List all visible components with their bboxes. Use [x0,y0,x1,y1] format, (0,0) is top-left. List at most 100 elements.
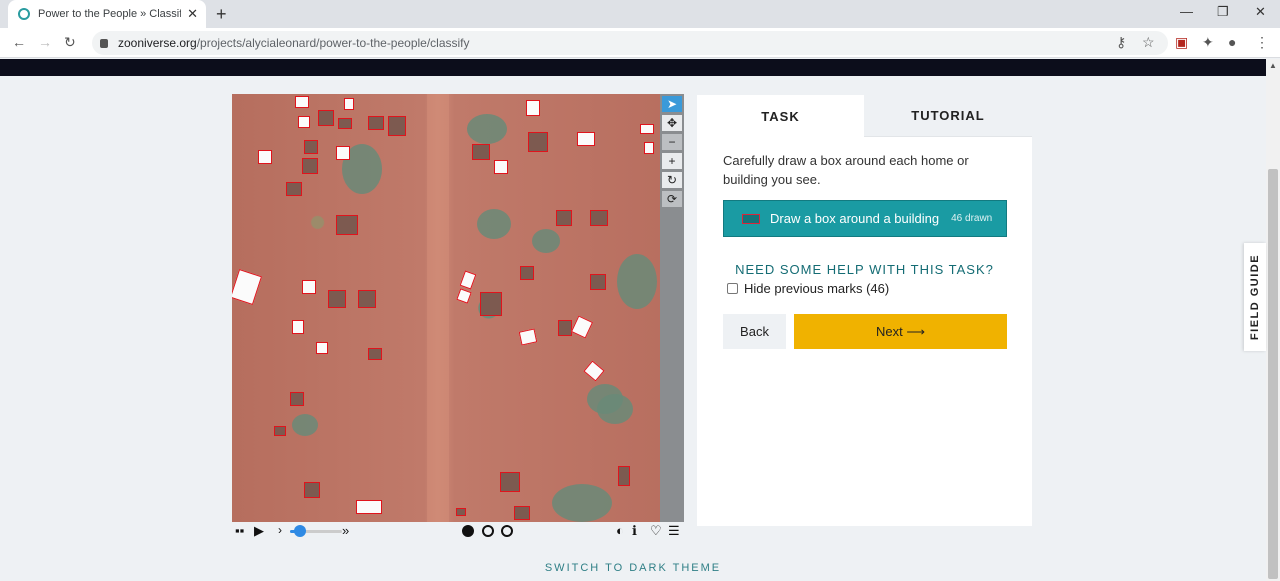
building-mark[interactable] [577,132,595,146]
building-mark[interactable] [258,150,272,164]
hide-marks-row[interactable]: Hide previous marks (46) [727,281,889,296]
building-mark[interactable] [298,116,310,128]
building-mark[interactable] [316,342,328,354]
building-mark[interactable] [338,118,352,129]
building-mark[interactable] [290,392,304,406]
frame-dot-1[interactable] [462,525,474,537]
contrast-icon[interactable]: ◐ [616,523,624,538]
favorite-icon[interactable]: ♡ [650,523,662,539]
building-mark[interactable] [570,315,594,339]
slider-knob[interactable] [294,525,306,537]
tab-task[interactable]: TASK [697,95,864,137]
next-button[interactable]: Next ⟶ [794,314,1007,349]
building-mark[interactable] [472,144,490,160]
building-mark[interactable] [274,426,286,436]
back-arrow-icon[interactable]: ← [12,34,26,50]
rectangle-tool-icon [742,213,760,224]
building-mark[interactable] [368,116,384,130]
reset-icon[interactable]: ⟳ [662,191,682,207]
building-mark[interactable] [518,328,538,346]
tool-label: Draw a box around a building [770,211,940,226]
building-mark[interactable] [304,140,318,154]
restore-icon[interactable]: ❐ [1217,4,1229,20]
building-mark[interactable] [286,182,302,196]
building-mark[interactable] [590,210,608,226]
building-mark[interactable] [302,280,316,294]
building-mark[interactable] [456,508,466,516]
url-domain: zooniverse.org [118,36,197,50]
grid-icon[interactable]: ▪▪ [235,523,244,538]
frame-dot-3[interactable] [501,525,513,537]
tree [597,394,633,424]
scroll-thumb[interactable] [1268,169,1278,579]
draw-box-tool-button[interactable]: Draw a box around a building 46 drawn [723,200,1007,237]
building-mark[interactable] [456,288,472,304]
forward-arrow-icon[interactable]: → [38,34,52,50]
building-mark[interactable] [500,472,520,492]
new-tab-icon[interactable]: + [216,4,227,25]
back-button[interactable]: Back [723,314,786,349]
building-mark[interactable] [556,210,572,226]
zooniverse-favicon-icon [18,8,30,20]
building-mark[interactable] [520,266,534,280]
fast-forward-icon[interactable]: » [342,523,349,538]
hide-marks-checkbox[interactable] [727,283,738,294]
pdf-extension-icon[interactable]: ▣ [1175,34,1188,51]
building-mark[interactable] [514,506,530,520]
collections-icon[interactable]: ☰ [668,523,680,539]
subject-image[interactable] [232,94,660,522]
building-mark[interactable] [318,110,334,126]
url-field[interactable]: zooniverse.org /projects/alycialeonard/p… [92,31,1168,55]
scroll-up-icon[interactable]: ▲ [1269,61,1277,70]
building-mark[interactable] [304,482,320,498]
dark-theme-toggle[interactable]: SWITCH TO DARK THEME [0,562,1266,574]
minimize-icon[interactable]: — [1180,4,1193,19]
building-mark[interactable] [583,360,605,382]
building-mark[interactable] [336,146,350,160]
browser-tab[interactable]: Power to the People » Classify — ✕ [8,0,206,28]
frame-dot-2[interactable] [482,525,494,537]
building-mark[interactable] [388,116,406,136]
building-mark[interactable] [368,348,382,360]
extensions-icon[interactable]: ✦ [1202,34,1214,51]
tab-tutorial[interactable]: TUTORIAL [864,95,1032,137]
building-mark[interactable] [526,100,540,116]
building-mark[interactable] [328,290,346,308]
building-mark[interactable] [590,274,606,290]
move-icon[interactable]: ✥ [662,115,682,131]
building-mark[interactable] [292,320,304,334]
pointer-icon[interactable]: ➤ [662,96,682,112]
close-tab-icon[interactable]: ✕ [187,6,198,22]
building-mark[interactable] [640,124,654,134]
close-window-icon[interactable]: ✕ [1255,4,1266,20]
building-mark[interactable] [528,132,548,152]
building-mark[interactable] [336,215,358,235]
rotate-icon[interactable]: ↻ [662,172,682,188]
field-guide-tab[interactable]: FIELD GUIDE [1244,243,1266,351]
play-icon[interactable]: ▶ [254,523,264,539]
building-mark[interactable] [302,158,318,174]
info-icon[interactable]: ℹ [632,523,637,539]
building-mark[interactable] [459,270,477,290]
building-mark[interactable] [232,269,263,305]
page-scrollbar[interactable]: ▲ [1266,59,1280,581]
reload-icon[interactable]: ↻ [64,34,76,51]
building-mark[interactable] [356,500,382,514]
profile-icon[interactable]: ● [1228,34,1236,50]
zoom-in-icon[interactable]: + [662,153,682,169]
help-link[interactable]: NEED SOME HELP WITH THIS TASK? [697,262,1032,277]
step-back-icon[interactable]: › [278,523,282,537]
building-mark[interactable] [618,466,630,486]
building-mark[interactable] [480,292,502,316]
address-bar: ← → ↻ zooniverse.org /projects/alycialeo… [0,28,1280,58]
building-mark[interactable] [358,290,376,308]
building-mark[interactable] [344,98,354,110]
star-icon[interactable]: ☆ [1142,34,1155,51]
building-mark[interactable] [558,320,572,336]
building-mark[interactable] [295,96,309,108]
zoom-out-icon[interactable]: − [662,134,682,150]
building-mark[interactable] [644,142,654,154]
key-icon[interactable]: ⚷ [1116,34,1126,51]
menu-icon[interactable]: ⋮ [1255,34,1269,51]
building-mark[interactable] [494,160,508,174]
